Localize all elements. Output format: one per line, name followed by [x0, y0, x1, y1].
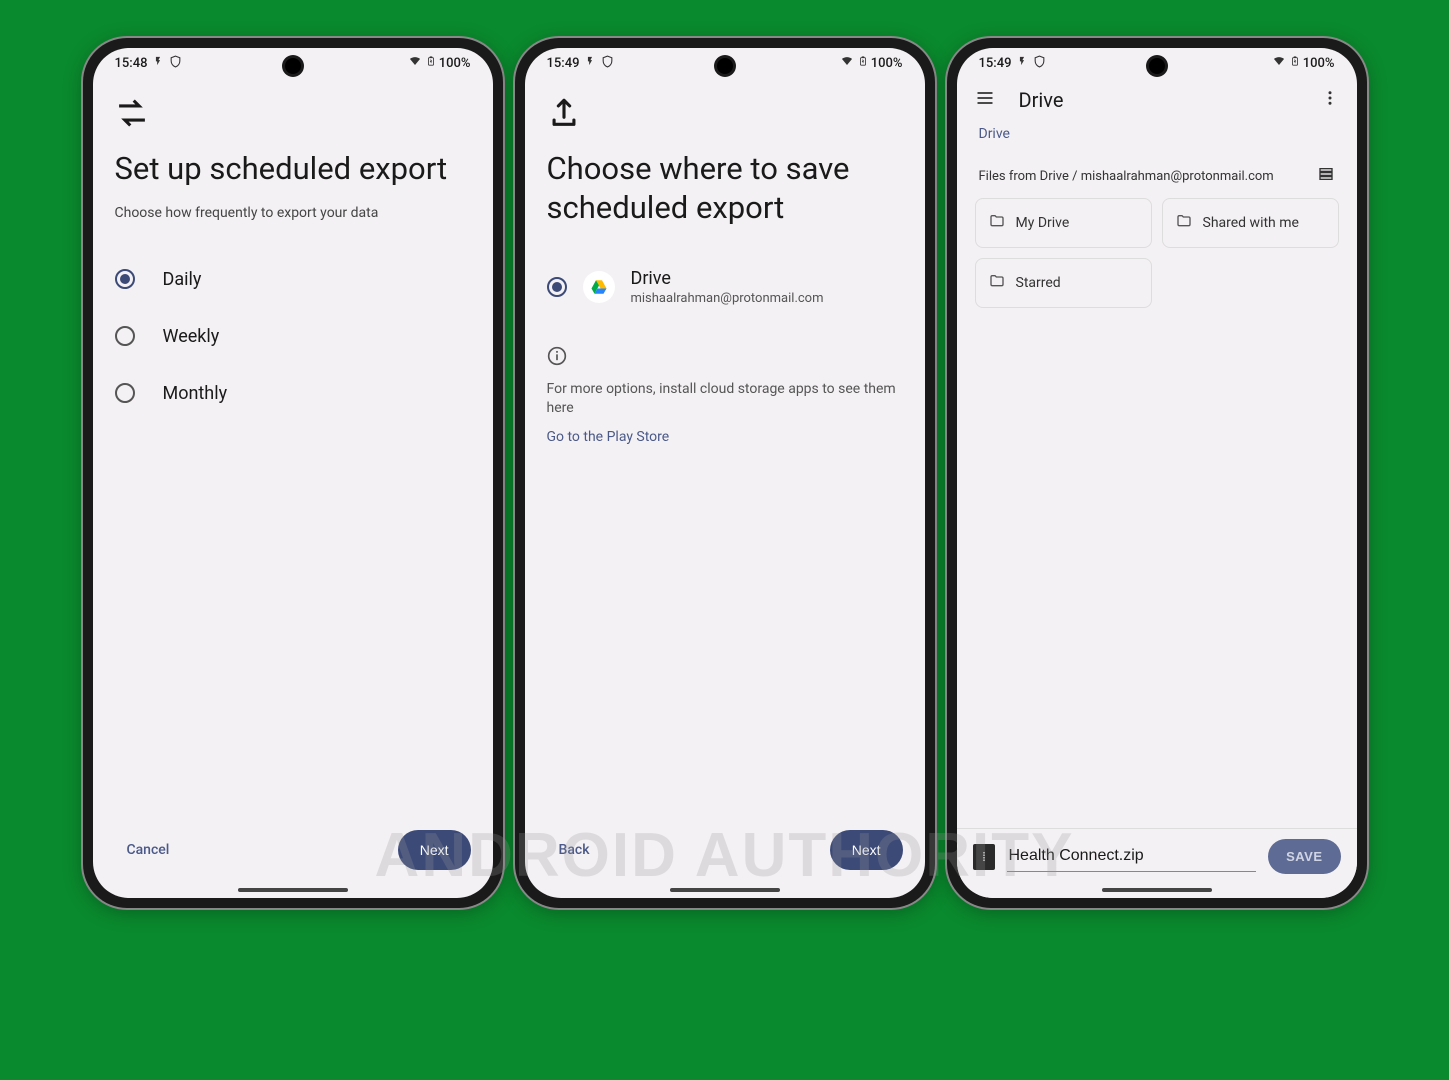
filename-input[interactable]: [1007, 841, 1257, 872]
phone-frame-2: 15:49 100% Choose where to save schedule…: [515, 38, 935, 908]
nav-indicator[interactable]: [670, 888, 780, 892]
battery-percent: 100%: [871, 56, 903, 71]
folder-starred[interactable]: Starred: [975, 258, 1152, 308]
shield-icon: [169, 55, 182, 72]
bolt-icon: [1017, 55, 1027, 71]
cancel-button[interactable]: Cancel: [115, 834, 182, 866]
page-title: Choose where to save scheduled export: [547, 150, 903, 228]
wifi-icon: [839, 55, 855, 71]
wifi-icon: [1271, 55, 1287, 71]
folder-icon: [988, 273, 1006, 293]
status-bar: 15:48 100%: [93, 48, 493, 78]
breadcrumb[interactable]: Drive: [957, 122, 1357, 152]
battery-icon: [426, 54, 436, 72]
radio-label: Monthly: [163, 383, 228, 404]
info-icon: [547, 346, 903, 370]
page-subtitle: Choose how frequently to export your dat…: [115, 205, 471, 221]
status-time: 15:49: [547, 56, 580, 71]
radio-label: Daily: [163, 269, 202, 290]
zip-file-icon: [973, 844, 995, 870]
frequency-option-monthly[interactable]: Monthly: [115, 365, 471, 422]
folder-icon: [1175, 213, 1193, 233]
radio-icon: [547, 277, 567, 297]
battery-percent: 100%: [1303, 56, 1335, 71]
destination-email: mishaalrahman@protonmail.com: [631, 291, 824, 306]
more-icon[interactable]: [1321, 89, 1339, 111]
save-button[interactable]: SAVE: [1268, 839, 1340, 874]
radio-icon: [115, 326, 135, 346]
google-drive-icon: [583, 271, 615, 303]
back-button[interactable]: Back: [547, 834, 602, 866]
next-button[interactable]: Next: [830, 830, 903, 870]
nav-indicator[interactable]: [1102, 888, 1212, 892]
shield-icon: [1033, 55, 1046, 72]
folder-my-drive[interactable]: My Drive: [975, 198, 1152, 248]
hamburger-icon[interactable]: [975, 88, 995, 112]
files-path-label: Files from Drive / mishaalrahman@protonm…: [979, 169, 1274, 184]
battery-icon: [1290, 54, 1300, 72]
bolt-icon: [585, 55, 595, 71]
folder-label: Starred: [1016, 275, 1061, 291]
radio-label: Weekly: [163, 326, 220, 347]
wifi-icon: [407, 55, 423, 71]
status-time: 15:48: [115, 56, 148, 71]
page-title: Set up scheduled export: [115, 150, 471, 189]
folder-label: My Drive: [1016, 215, 1070, 231]
status-bar: 15:49 100%: [525, 48, 925, 78]
repeat-icon: [115, 96, 471, 132]
frequency-option-weekly[interactable]: Weekly: [115, 308, 471, 365]
folder-icon: [988, 213, 1006, 233]
radio-icon: [115, 269, 135, 289]
next-button[interactable]: Next: [398, 830, 471, 870]
battery-percent: 100%: [439, 56, 471, 71]
status-time: 15:49: [979, 56, 1012, 71]
info-text: For more options, install cloud storage …: [547, 380, 903, 419]
phone-frame-3: 15:49 100% Drive Drive Files from Drive …: [947, 38, 1367, 908]
shield-icon: [601, 55, 614, 72]
frequency-option-daily[interactable]: Daily: [115, 251, 471, 308]
list-view-icon[interactable]: [1317, 166, 1335, 186]
phone-frame-1: 15:48 100% Set u: [83, 38, 503, 908]
radio-icon: [115, 383, 135, 403]
destination-name: Drive: [631, 268, 824, 289]
nav-indicator[interactable]: [238, 888, 348, 892]
battery-icon: [858, 54, 868, 72]
destination-option-drive[interactable]: Drive mishaalrahman@protonmail.com: [547, 256, 903, 318]
folder-shared-with-me[interactable]: Shared with me: [1162, 198, 1339, 248]
upload-icon: [547, 96, 903, 132]
app-title: Drive: [1019, 88, 1297, 112]
folder-label: Shared with me: [1203, 215, 1299, 231]
status-bar: 15:49 100%: [957, 48, 1357, 78]
bolt-icon: [153, 55, 163, 71]
play-store-link[interactable]: Go to the Play Store: [547, 429, 903, 445]
